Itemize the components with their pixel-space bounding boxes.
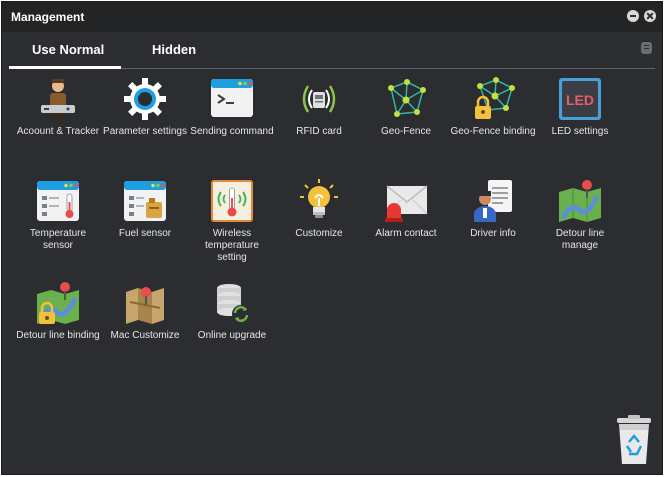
item-parameter-settings[interactable]: Parameter settings — [102, 76, 188, 176]
item-account-tracker[interactable]: Acoount & Tracker — [15, 76, 101, 176]
item-customize[interactable]: Customize — [276, 178, 362, 278]
thermometer-window-icon — [35, 178, 81, 224]
recycle-bin-icon[interactable] — [615, 414, 653, 466]
item-label: Detour line binding — [16, 330, 100, 341]
geo-fence-lock-icon — [470, 76, 516, 122]
tab-menu-icon[interactable] — [641, 42, 652, 54]
item-label: RFID card — [296, 126, 342, 137]
lightbulb-icon — [296, 178, 342, 224]
item-fuel-sensor[interactable]: Fuel sensor — [102, 178, 188, 278]
title-bar: Management — [2, 2, 662, 32]
account-tracker-icon — [35, 76, 81, 122]
item-label: Wireless temperature setting — [205, 228, 259, 263]
item-label: Geo-Fence — [380, 126, 432, 137]
tab-bar: Use Normal Hidden — [2, 32, 662, 69]
led-icon: LED — [557, 76, 603, 122]
item-driver-info[interactable]: Driver info — [450, 178, 536, 278]
item-label: Geo-Fence binding — [450, 126, 536, 137]
alarm-envelope-icon — [383, 178, 429, 224]
item-online-upgrade[interactable]: Online upgrade — [189, 280, 275, 380]
item-led-settings[interactable]: LED LED settings — [537, 76, 623, 176]
terminal-icon — [209, 76, 255, 122]
tab-use-normal[interactable]: Use Normal — [32, 42, 104, 57]
item-geo-fence[interactable]: Geo-Fence — [363, 76, 449, 176]
gear-icon — [122, 76, 168, 122]
item-detour-line-manage[interactable]: Detour line manage — [537, 178, 623, 278]
rfid-icon — [296, 76, 342, 122]
map-lock-icon — [35, 280, 81, 326]
database-refresh-icon — [209, 280, 255, 326]
minimize-button[interactable] — [627, 10, 639, 22]
wireless-thermometer-icon — [209, 178, 255, 224]
active-tab-indicator — [9, 66, 121, 69]
item-label: Sending command — [190, 126, 274, 137]
item-label: Customize — [295, 228, 343, 239]
tab-hidden[interactable]: Hidden — [152, 42, 196, 57]
item-label: Online upgrade — [197, 330, 267, 341]
item-sending-command[interactable]: Sending command — [189, 76, 275, 176]
management-window: Management Use Normal Hidden Acoount & T… — [1, 1, 663, 475]
item-wireless-temperature-setting[interactable]: Wireless temperature setting — [189, 178, 275, 278]
item-label: LED settings — [551, 126, 609, 137]
item-geo-fence-binding[interactable]: Geo-Fence binding — [450, 76, 536, 176]
item-label: Driver info — [470, 228, 516, 239]
item-temperature-sensor[interactable]: Temperature sensor — [15, 178, 101, 278]
map-fold-icon — [122, 280, 168, 326]
item-label: Parameter settings — [103, 126, 187, 137]
svg-text:LED: LED — [566, 92, 594, 108]
close-button[interactable] — [644, 10, 656, 22]
map-pin-icon — [557, 178, 603, 224]
item-label: Mac Customize — [110, 330, 180, 341]
driver-document-icon — [470, 178, 516, 224]
item-label: Acoount & Tracker — [16, 126, 100, 137]
item-rfid-card[interactable]: RFID card — [276, 76, 362, 176]
geo-fence-icon — [383, 76, 429, 122]
item-alarm-contact[interactable]: Alarm contact — [363, 178, 449, 278]
item-detour-line-binding[interactable]: Detour line binding — [15, 280, 101, 380]
item-label: Temperature sensor — [29, 228, 87, 251]
window-title: Management — [11, 10, 85, 24]
item-label: Detour line manage — [555, 228, 605, 251]
item-label: Alarm contact — [375, 228, 437, 239]
item-mac-customize[interactable]: Mac Customize — [102, 280, 188, 380]
item-label: Fuel sensor — [118, 228, 172, 239]
fuel-window-icon — [122, 178, 168, 224]
